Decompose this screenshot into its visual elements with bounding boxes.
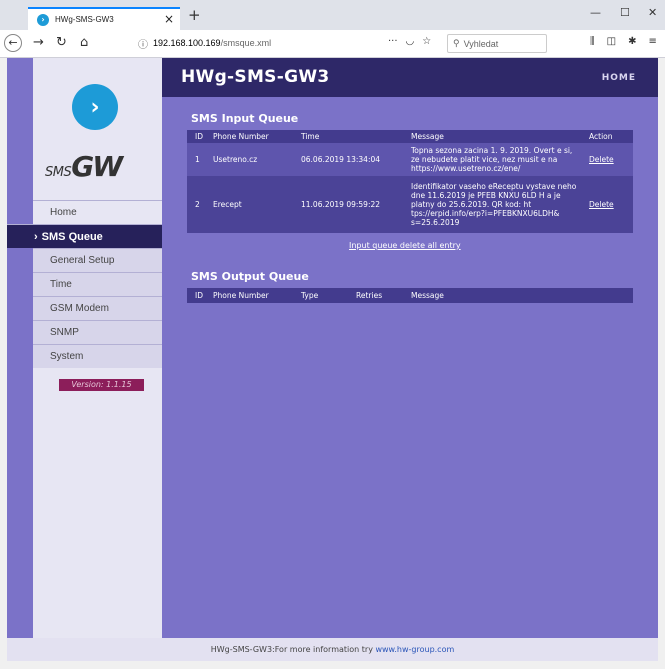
input-queue-title: SMS Input Queue (191, 112, 299, 125)
extension-icon[interactable]: ✱ (628, 36, 636, 47)
sidebar-item-home[interactable]: Home (33, 200, 162, 224)
forward-icon[interactable]: → (33, 35, 44, 51)
column-header: Phone Number (205, 130, 293, 143)
sidebar-item-gsm-modem[interactable]: GSM Modem (33, 296, 162, 320)
more-icon[interactable]: ··· (388, 36, 398, 47)
search-input[interactable]: ⚲ Vyhledat (447, 34, 547, 53)
row-phone: Erecept (205, 176, 293, 233)
header: HWg-SMS-GW3 Home (162, 58, 658, 97)
new-tab-icon[interactable]: + (188, 6, 201, 24)
logo-icon: › (72, 84, 118, 130)
page-content: › SMSGW Home SMS Queue General Setup Tim… (7, 58, 658, 661)
delete-all-link[interactable]: Input queue delete all entry (349, 241, 461, 250)
home-link[interactable]: Home (602, 73, 636, 83)
sidebar-item-snmp[interactable]: SNMP (33, 320, 162, 344)
menu-icon[interactable]: ≡ (648, 36, 656, 47)
row-message: Topna sezona zacina 1. 9. 2019. Overt e … (403, 143, 581, 176)
sidebar-icon[interactable]: ◫ (607, 36, 616, 47)
sidebar-nav: Home SMS Queue General Setup Time GSM Mo… (7, 200, 162, 368)
version-badge: Version: 1.1.15 (59, 379, 144, 391)
page-title: HWg-SMS-GW3 (181, 67, 330, 87)
back-icon[interactable]: ← (4, 34, 22, 52)
url-bar[interactable]: ⓘ 192.168.100.169 /smsque.xml (138, 33, 483, 53)
row-phone: Usetreno.cz (205, 143, 293, 176)
footer: HWg-SMS-GW3:For more information try www… (7, 638, 658, 661)
sidebar-item-time[interactable]: Time (33, 272, 162, 296)
bookmark-icon[interactable]: ☆ (422, 36, 431, 47)
pocket-icon[interactable]: ◡ (406, 36, 415, 47)
table-row: 1 Usetreno.cz 06.06.2019 13:34:04 Topna … (187, 143, 633, 176)
browser-tab-bar: › HWg-SMS-GW3 × + — ☐ ✕ (0, 0, 665, 30)
reload-icon[interactable]: ↻ (56, 35, 67, 51)
input-queue-table: ID Phone Number Time Message Action 1 Us… (187, 130, 633, 233)
row-time: 11.06.2019 09:59:22 (293, 176, 403, 233)
sidebar: › SMSGW Home SMS Queue General Setup Tim… (7, 58, 162, 638)
close-window-icon[interactable]: ✕ (648, 6, 657, 19)
url-path: /smsque.xml (220, 38, 272, 48)
main-panel: HWg-SMS-GW3 Home SMS Input Queue ID Phon… (162, 58, 658, 638)
close-tab-icon[interactable]: × (164, 12, 174, 26)
footer-link[interactable]: www.hw-group.com (375, 645, 454, 654)
info-icon[interactable]: ⓘ (138, 36, 148, 51)
row-message: Identifikator vaseho eReceptu vystave ne… (403, 176, 581, 233)
output-queue-title: SMS Output Queue (191, 270, 309, 283)
sidebar-item-general-setup[interactable]: General Setup (33, 248, 162, 272)
browser-tab[interactable]: › HWg-SMS-GW3 × (28, 7, 180, 30)
column-header: ID (187, 130, 205, 143)
table-header-row: ID Phone Number Type Retries Message (187, 288, 633, 303)
row-id: 2 (187, 176, 205, 233)
url-host: 192.168.100.169 (153, 38, 221, 48)
search-placeholder: Vyhledat (463, 38, 499, 49)
column-header: ID (187, 288, 205, 303)
sidebar-item-sms-queue[interactable]: SMS Queue (7, 224, 162, 248)
table-header-row: ID Phone Number Time Message Action (187, 130, 633, 143)
column-header: Retries (348, 288, 403, 303)
column-header: Time (293, 130, 403, 143)
column-header: Message (403, 130, 581, 143)
row-time: 06.06.2019 13:34:04 (293, 143, 403, 176)
sidebar-item-system[interactable]: System (33, 344, 162, 368)
maximize-icon[interactable]: ☐ (620, 6, 630, 19)
table-row: 2 Erecept 11.06.2019 09:59:22 Identifika… (187, 176, 633, 233)
home-icon[interactable]: ⌂ (80, 35, 88, 51)
column-header: Type (293, 288, 348, 303)
search-icon: ⚲ (453, 38, 460, 48)
tab-title: HWg-SMS-GW3 (55, 15, 114, 24)
delete-link[interactable]: Delete (589, 200, 614, 209)
brand-logo: SMSGW (45, 150, 123, 183)
minimize-icon[interactable]: — (590, 6, 601, 19)
browser-nav-bar: ← → ↻ ⌂ ⓘ 192.168.100.169 /smsque.xml ··… (0, 30, 665, 58)
column-header: Message (403, 288, 633, 303)
toolbar-icons: ⫼ ◫ ✱ ≡ (590, 36, 657, 47)
output-queue-table: ID Phone Number Type Retries Message (187, 288, 633, 303)
footer-text: HWg-SMS-GW3:For more information try (210, 645, 376, 654)
library-icon[interactable]: ⫼ (590, 36, 595, 47)
column-header: Phone Number (205, 288, 293, 303)
column-header: Action (581, 130, 633, 143)
page-actions: ··· ◡ ☆ (388, 36, 431, 47)
favicon-icon: › (37, 13, 49, 26)
row-id: 1 (187, 143, 205, 176)
delete-link[interactable]: Delete (589, 155, 614, 164)
